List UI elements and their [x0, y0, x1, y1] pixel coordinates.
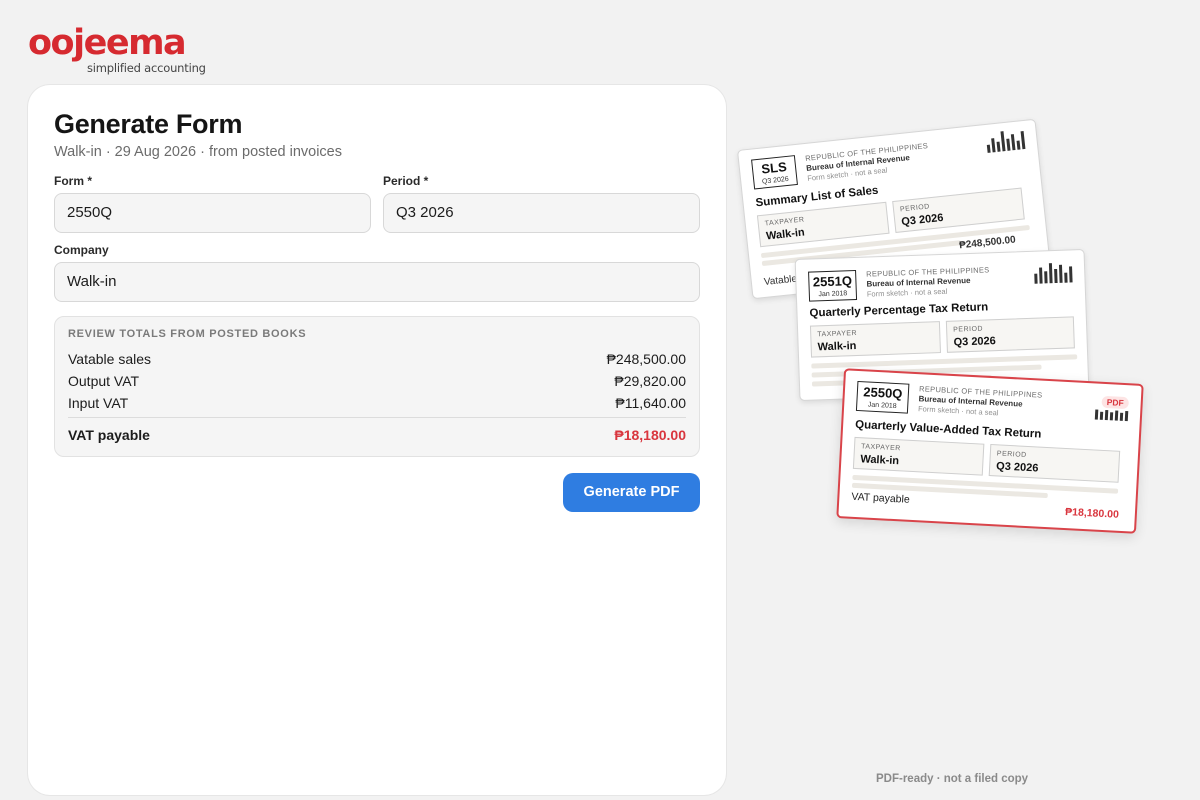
- vat-payable-value: ₱18,180.00: [614, 427, 686, 443]
- company-input[interactable]: Walk-in: [54, 262, 700, 302]
- taxpayer-box: TAXPAYER Walk-in: [852, 436, 985, 476]
- form-title: Quarterly Percentage Tax Return: [809, 301, 989, 320]
- period-box: PERIOD Q3 2026: [892, 187, 1025, 233]
- taxpayer-value: Walk-in: [765, 226, 806, 243]
- period-value: Q3 2026: [900, 211, 945, 229]
- review-heading: REVIEW TOTALS FROM POSTED BOOKS: [68, 328, 307, 340]
- logo-wordmark: oojeema: [28, 23, 187, 63]
- form-select[interactable]: 2550Q: [54, 193, 371, 233]
- sls-amount: ₱248,500.00: [958, 234, 1017, 252]
- review-totals-box: REVIEW TOTALS FROM POSTED BOOKS Vatable …: [54, 316, 700, 457]
- taxpayer-value: Walk-in: [817, 340, 857, 354]
- form-code: 2551Q: [812, 273, 853, 290]
- logo-tagline: simplified accounting: [87, 61, 206, 75]
- review-row-label: Output VAT: [68, 373, 140, 389]
- barcode-icon: [986, 129, 1026, 153]
- review-row-value: ₱29,820.00: [614, 373, 686, 389]
- taxpayer-label: TAXPAYER: [860, 443, 901, 453]
- review-row-vat-payable: VAT payable ₱18,180.00: [68, 427, 686, 443]
- form-field-label: Form *: [54, 174, 93, 188]
- form-code: 2550Q: [863, 384, 903, 402]
- review-row-value: ₱248,500.00: [606, 351, 686, 367]
- period-label: PERIOD: [899, 203, 931, 214]
- period-label: PERIOD: [996, 450, 1027, 459]
- vat-payable-label: VAT payable: [851, 490, 911, 506]
- period-label: PERIOD: [953, 325, 984, 334]
- preview-card-2550q: 2550Q Jan 2018 REPUBLIC OF THE PHILIPPIN…: [836, 368, 1144, 534]
- generate-form-panel: Generate Form Walk-in · 29 Aug 2026 · fr…: [28, 85, 726, 795]
- pdf-badge: PDF: [1101, 395, 1130, 410]
- barcode-icon: [1094, 409, 1129, 422]
- form-code-date: Jan 2018: [818, 290, 848, 299]
- period-value: Q3 2026: [995, 460, 1039, 475]
- page-subtitle: Walk-in · 29 Aug 2026 · from posted invo…: [54, 144, 342, 160]
- form-code-box: SLS Q3 2026: [751, 155, 798, 190]
- period-box: PERIOD Q3 2026: [945, 316, 1075, 353]
- taxpayer-box: TAXPAYER Walk-in: [756, 201, 890, 248]
- review-row-output-vat: Output VAT ₱29,820.00: [68, 373, 686, 389]
- oojeema-logo: oojeema simplified accounting: [28, 23, 206, 75]
- period-value: Q3 2026: [953, 335, 997, 349]
- taxpayer-label: TAXPAYER: [817, 329, 858, 339]
- vat-payable-value: ₱18,180.00: [1064, 506, 1120, 521]
- form-sketch-note: Form sketch · not a seal: [866, 286, 948, 299]
- review-row-vatable-sales: Vatable sales ₱248,500.00: [68, 351, 686, 367]
- pdf-ready-note: PDF-ready · not a filed copy: [876, 773, 1029, 785]
- review-row-label: Vatable sales: [68, 351, 152, 367]
- generate-pdf-button[interactable]: Generate PDF: [563, 473, 700, 512]
- review-row-value: ₱11,640.00: [615, 395, 686, 411]
- taxpayer-box: TAXPAYER Walk-in: [809, 321, 941, 358]
- review-row-input-vat: Input VAT ₱11,640.00: [68, 395, 686, 411]
- company-field-label: Company: [54, 243, 109, 257]
- taxpayer-value: Walk-in: [860, 453, 900, 468]
- taxpayer-label: TAXPAYER: [764, 216, 805, 228]
- vat-payable-label: VAT payable: [68, 427, 150, 443]
- review-row-label: Input VAT: [68, 395, 129, 411]
- period-field-label: Period *: [383, 174, 429, 188]
- review-divider: [68, 417, 686, 418]
- form-code-box: 2550Q Jan 2018: [855, 380, 910, 414]
- period-box: PERIOD Q3 2026: [988, 444, 1121, 483]
- period-select[interactable]: Q3 2026: [383, 193, 700, 233]
- page-title: Generate Form: [54, 109, 243, 139]
- barcode-icon: [1034, 262, 1073, 284]
- form-code-box: 2551Q Jan 2018: [808, 269, 858, 302]
